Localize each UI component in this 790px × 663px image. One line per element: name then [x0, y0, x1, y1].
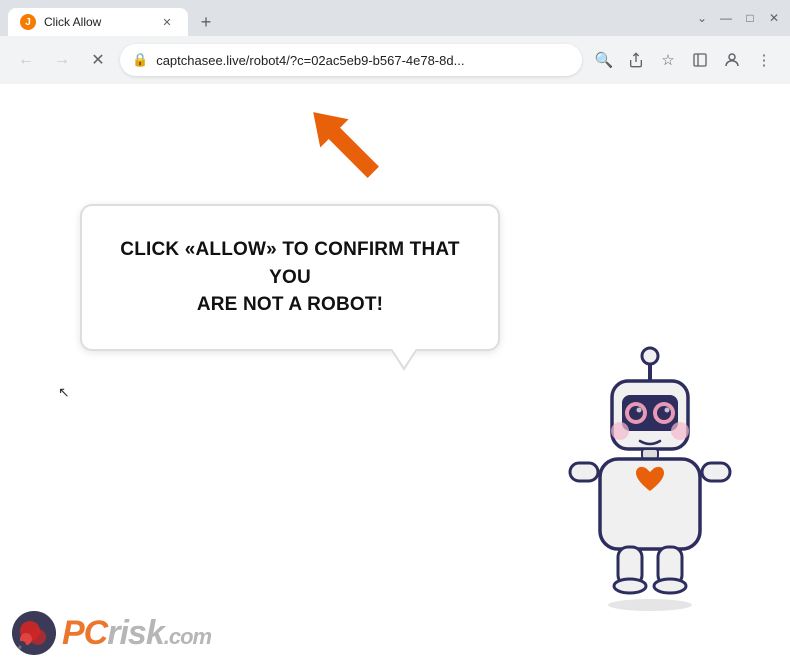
close-button[interactable]: ✕: [766, 10, 782, 26]
active-tab[interactable]: J Click Allow ✕: [8, 8, 188, 36]
tab-area: J Click Allow ✕ +: [8, 0, 694, 36]
share-button[interactable]: [622, 46, 650, 74]
pcrisk-dotcom: .com: [164, 624, 211, 649]
bubble-text: CLICK «ALLOW» TO CONFIRM THAT YOU ARE NO…: [118, 236, 462, 319]
url-text: captchasee.live/robot4/?c=02ac5eb9-b567-…: [156, 53, 570, 68]
address-input[interactable]: 🔒 captchasee.live/robot4/?c=02ac5eb9-b56…: [120, 44, 582, 76]
pcrisk-logo: [12, 611, 56, 655]
pcrisk-pc: PC: [62, 614, 107, 652]
window-controls: ⌄ — □ ✕: [694, 10, 782, 26]
page-content: CLICK «ALLOW» TO CONFIRM THAT YOU ARE NO…: [0, 84, 790, 663]
refresh-button[interactable]: ✕: [84, 46, 112, 74]
lock-icon: 🔒: [132, 52, 148, 68]
profile-button[interactable]: [718, 46, 746, 74]
sidebar-toggle-button[interactable]: [686, 46, 714, 74]
pcrisk-brand-text: PCrisk.com: [62, 614, 211, 653]
pcrisk-risk: risk: [107, 614, 164, 652]
title-bar: J Click Allow ✕ + ⌄ — □ ✕: [0, 0, 790, 36]
forward-button[interactable]: →: [48, 46, 76, 74]
pcrisk-watermark: PCrisk.com: [0, 603, 223, 663]
robot-illustration: [540, 343, 760, 623]
browser-window: J Click Allow ✕ + ⌄ — □ ✕ ← → ✕ 🔒 captch: [0, 0, 790, 663]
minimize-button[interactable]: —: [718, 10, 734, 26]
toolbar-right: 🔍 ☆ ⋮: [590, 46, 778, 74]
new-tab-button[interactable]: +: [192, 8, 220, 36]
menu-button[interactable]: ⋮: [750, 46, 778, 74]
tab-favicon: J: [20, 14, 36, 30]
arrow-indicator: [290, 94, 400, 199]
speech-bubble: CLICK «ALLOW» TO CONFIRM THAT YOU ARE NO…: [80, 204, 500, 351]
window-menu-button[interactable]: ⌄: [694, 10, 710, 26]
address-bar: ← → ✕ 🔒 captchasee.live/robot4/?c=02ac5e…: [0, 36, 790, 84]
bookmark-button[interactable]: ☆: [654, 46, 682, 74]
tab-close-button[interactable]: ✕: [158, 13, 176, 31]
maximize-button[interactable]: □: [742, 10, 758, 26]
tab-title: Click Allow: [44, 15, 150, 29]
mouse-cursor: ↖: [58, 384, 70, 401]
search-button[interactable]: 🔍: [590, 46, 618, 74]
back-button[interactable]: ←: [12, 46, 40, 74]
